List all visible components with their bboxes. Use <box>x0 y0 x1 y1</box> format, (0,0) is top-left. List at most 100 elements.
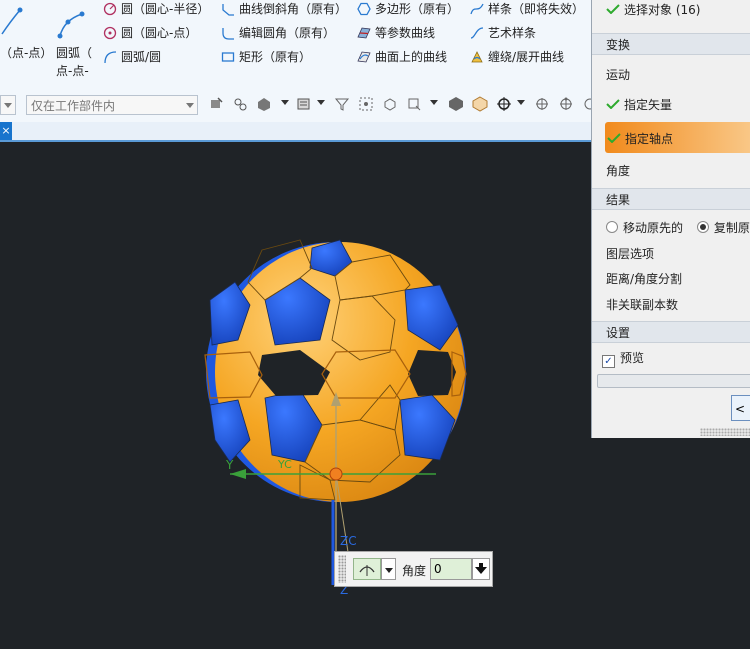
distance-angle-split-label: 距离/角度分割 <box>606 272 683 286</box>
arc-circle-label: 圆弧/圆 <box>121 50 162 64</box>
drag-handle[interactable] <box>338 555 346 583</box>
check-icon <box>606 99 620 109</box>
graphics-viewport[interactable]: Y YC ZC Z <box>0 142 591 649</box>
polygon-icon <box>357 2 371 15</box>
radio-button[interactable] <box>606 221 618 233</box>
move-object-dialog: 选择对象 (16) 变换 运动 指定矢量 角度 结果 移动原先的 复制原 图层选… <box>591 0 750 438</box>
sheet-body-icon[interactable] <box>472 96 488 112</box>
select-feature-icon[interactable] <box>208 96 224 112</box>
specify-vector-label: 指定矢量 <box>624 98 673 112</box>
curve-on-surface-button[interactable]: 曲面上的曲线 <box>357 48 447 65</box>
section-transform[interactable]: 变换 <box>592 33 750 55</box>
polygon-label: 多边形（原有） <box>375 2 460 16</box>
spline-button[interactable]: 样条（即将失效） <box>470 0 584 17</box>
axis-yc-label: YC <box>277 458 292 471</box>
circle-center-point-label: 圆（圆心-点） <box>121 26 198 40</box>
arc-circle-button[interactable]: 圆弧/圆 <box>103 48 161 65</box>
isoparametric-label: 等参数曲线 <box>375 26 436 40</box>
angle-on-screen-input: 角度 0 <box>334 551 493 587</box>
axis-y-label: Y <box>225 458 234 472</box>
angle-input[interactable]: 0 <box>430 558 472 580</box>
wrap-unwrap-curve-button[interactable]: 缠绕/展开曲线 <box>470 48 564 65</box>
isoparametric-curve-button[interactable]: 等参数曲线 <box>357 24 435 41</box>
studio-spline-icon <box>470 26 484 39</box>
snap-point-icon[interactable] <box>232 96 248 112</box>
angle-spin-button[interactable] <box>472 558 490 580</box>
rectangle-icon <box>221 51 235 62</box>
snap-center-icon[interactable] <box>534 96 550 112</box>
snap-target-icon[interactable] <box>496 96 512 112</box>
section-result[interactable]: 结果 <box>592 188 750 210</box>
angle-label: 角度 <box>402 564 427 578</box>
selection-scope-value: 仅在工作部件内 <box>31 99 116 113</box>
curve-chamfer-button[interactable]: 曲线倒斜角（原有） <box>221 0 347 17</box>
select-objects-label: 选择对象 (16) <box>624 3 701 17</box>
circle-center-radius-button[interactable]: 圆（圆心-半径） <box>103 0 209 17</box>
ok-button[interactable]: < 确 <box>731 395 750 421</box>
snap-quadrant-icon[interactable] <box>558 96 574 112</box>
copy-original-option[interactable]: 复制原 <box>696 221 750 235</box>
fillet-icon <box>222 27 234 40</box>
chevron-down-icon[interactable] <box>317 100 325 105</box>
section-settings[interactable]: 设置 <box>592 321 750 343</box>
layer-filter-icon[interactable] <box>296 96 312 112</box>
preview-row[interactable]: ✓ 预览 <box>602 349 644 368</box>
chevron-down-icon[interactable] <box>281 100 289 105</box>
curve-on-surface-label: 曲面上的曲线 <box>375 50 448 64</box>
polygon-button[interactable]: 多边形（原有） <box>357 0 459 17</box>
move-original-option[interactable]: 移动原先的 <box>606 221 683 235</box>
line-tool-icon[interactable] <box>0 4 24 40</box>
circle-center-radius-label: 圆（圆心-半径） <box>121 2 210 16</box>
result-mode-row: 移动原先的 复制原 <box>606 219 750 236</box>
filter-combo[interactable] <box>0 95 16 115</box>
check-icon <box>607 133 621 143</box>
line-point-point-label[interactable]: （点-点） <box>0 44 52 61</box>
rotate-arc-icon <box>359 565 375 576</box>
specify-vector-row[interactable]: 指定矢量 <box>606 96 672 113</box>
select-body-icon[interactable] <box>382 96 398 112</box>
close-tab-button[interactable]: × <box>0 122 12 140</box>
specify-pivot-row[interactable]: 指定轴点 <box>605 122 750 153</box>
layer-options-label: 图层选项 <box>606 247 655 261</box>
edit-fillet-button[interactable]: 编辑圆角（原有） <box>221 24 335 41</box>
body-select-icon[interactable] <box>256 96 272 112</box>
curve-chamfer-label: 曲线倒斜角（原有） <box>239 2 348 16</box>
chevron-down-icon[interactable] <box>517 100 525 105</box>
arc-icon <box>104 50 117 63</box>
preview-checkbox[interactable]: ✓ <box>602 355 615 368</box>
select-face-icon[interactable] <box>406 96 422 112</box>
select-in-box-icon[interactable] <box>358 96 374 112</box>
selection-scope-combo[interactable]: 仅在工作部件内 <box>26 95 198 115</box>
filter-funnel-icon[interactable] <box>334 96 350 112</box>
studio-spline-label: 艺术样条 <box>488 26 537 40</box>
soccer-ball-model[interactable]: Y YC ZC Z <box>0 142 591 649</box>
axis-zc-label: ZC <box>340 534 357 548</box>
rectangle-button[interactable]: 矩形（原有） <box>221 48 311 65</box>
specify-pivot-content: 指定轴点 <box>605 130 673 147</box>
hollow-hexagon <box>408 350 456 396</box>
rectangle-label: 矩形（原有） <box>239 50 312 64</box>
selection-toolbar: 仅在工作部件内 <box>0 88 600 123</box>
ribbon-curve-group: （点-点） 圆弧（ 点-点- 圆（圆心-半径） 圆（圆心-点） 圆弧/圆 曲线倒… <box>0 0 600 89</box>
edit-fillet-label: 编辑圆角（原有） <box>239 26 336 40</box>
circle-center-point-button[interactable]: 圆（圆心-点） <box>103 24 197 41</box>
chevron-down-icon[interactable] <box>430 100 438 105</box>
dialog-resize-grip[interactable] <box>700 428 750 436</box>
preview-slider[interactable] <box>597 374 750 388</box>
chevron-down-icon <box>4 103 12 108</box>
specify-pivot-label: 指定轴点 <box>625 132 674 146</box>
arc-label-line1[interactable]: 圆弧（ <box>56 44 92 61</box>
arc-point-icon[interactable] <box>56 6 90 42</box>
solid-body-icon[interactable] <box>448 96 464 112</box>
pivot-point-handle[interactable] <box>329 467 343 481</box>
rotate-method-dropdown[interactable] <box>381 558 396 580</box>
studio-spline-button[interactable]: 艺术样条 <box>470 24 536 41</box>
angle-label-panel: 角度 <box>606 164 631 178</box>
motion-label: 运动 <box>606 68 631 82</box>
rotate-method-button[interactable] <box>353 558 381 580</box>
select-objects-row[interactable]: 选择对象 (16) <box>606 0 700 24</box>
non-assoc-copies-label: 非关联副本数 <box>606 298 679 312</box>
radio-button-selected[interactable] <box>696 221 709 233</box>
arc-label-line2[interactable]: 点-点- <box>56 62 89 79</box>
circle-point-icon <box>103 26 117 39</box>
